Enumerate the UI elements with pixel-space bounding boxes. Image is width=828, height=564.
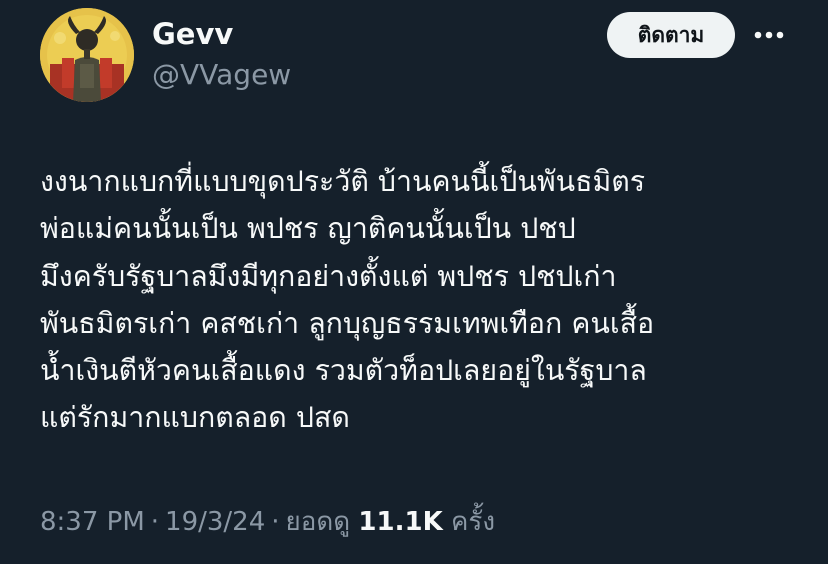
meta-separator: ·: [150, 507, 160, 537]
tweet-text-line: แต่รักมากแบกตลอด ปสด: [40, 401, 350, 435]
tweet-date[interactable]: 19/3/24: [165, 507, 265, 537]
tweet: Gevv @VVagew ติดตาม งงนากแบกที่แบบขุดประ…: [0, 0, 828, 564]
tweet-text-line: งงนากแบกที่แบบขุดประวัติ บ้านคนนี้เป็นพั…: [40, 165, 646, 198]
views-count: 11.1K: [358, 507, 443, 537]
tweet-text-line: น้ำเงินตีหัวคนเสื้อแดง รวมตัวท็อปเลยอยู่…: [40, 354, 647, 388]
avatar-image: [40, 8, 134, 102]
meta-separator: ·: [271, 507, 280, 537]
more-horizontal-icon: [754, 31, 784, 39]
tweet-text-line: พันธมิตรเก่า คสชเก่า ลูกบุญธรรมเทพเทือก …: [40, 306, 655, 340]
user-handle[interactable]: @VVagew: [152, 55, 291, 95]
tweet-text-line: มึงครับรัฐบาลมึงมีทุกอย่างตั้งแต่ พปชร ป…: [40, 259, 617, 293]
tweet-text-line: พ่อแม่คนนั้นเป็น พปชร ญาติคนนั้นเป็น ปชป: [40, 212, 576, 246]
tweet-text: งงนากแบกที่แบบขุดประวัติ บ้านคนนี้เป็นพั…: [40, 158, 810, 442]
display-name[interactable]: Gevv: [152, 14, 233, 54]
tweet-metadata: 8:37 PM · 19/3/24 · ยอดดู 11.1K ครั้ง: [40, 502, 495, 542]
avatar[interactable]: [40, 8, 134, 102]
views-unit: ครั้ง: [450, 507, 496, 537]
views-label: ยอดดู: [285, 507, 351, 537]
more-options-button[interactable]: [748, 16, 790, 54]
follow-button[interactable]: ติดตาม: [607, 12, 735, 58]
tweet-time[interactable]: 8:37 PM: [40, 507, 145, 537]
